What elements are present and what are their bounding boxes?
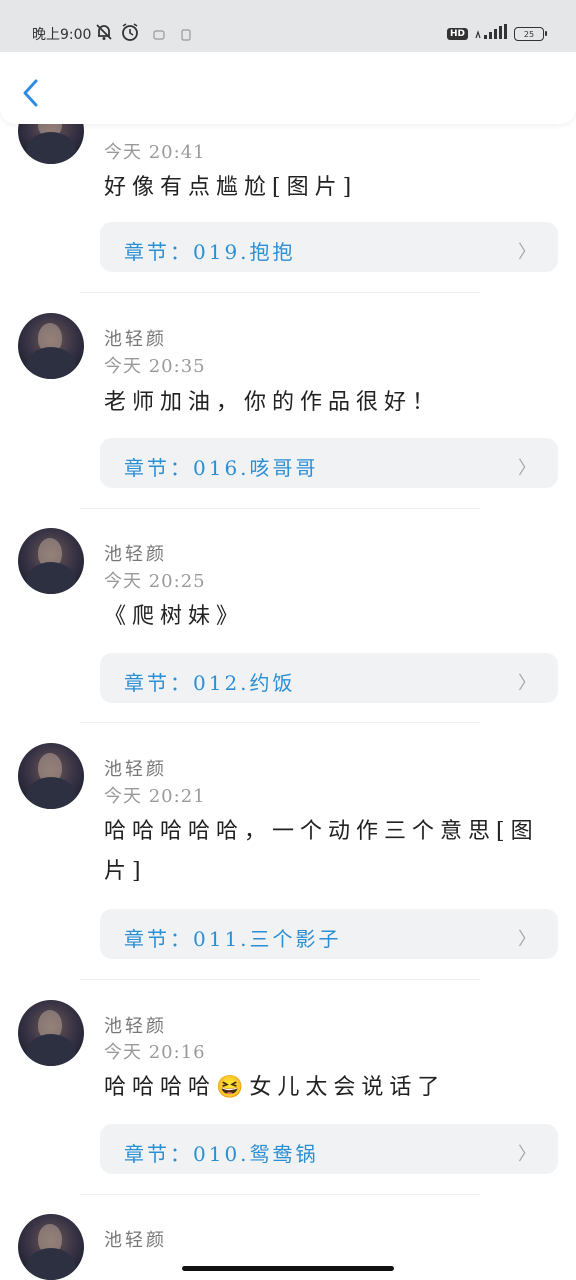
comment-time: 今天 20:16 [104,1042,206,1063]
chevron-left-icon [23,79,38,107]
divider [80,722,480,723]
chevron-right-icon: 〉 [518,673,536,694]
divider [80,1194,480,1195]
chevron-right-icon: 〉 [518,458,536,479]
chapter-label: 章节：012.约饭 [124,671,296,695]
status-time: 晚上9:00 [32,27,92,43]
chapter-link[interactable]: 章节：019.抱抱 〉 [100,222,558,272]
avatar[interactable] [18,1000,84,1066]
chapter-link[interactable]: 章节：012.约饭 〉 [100,653,558,703]
chapter-label: 章节：011.三个影子 [124,927,342,951]
avatar[interactable] [18,1214,84,1280]
network-type-badge: HD [446,28,468,40]
avatar[interactable] [18,313,84,379]
comment-username: 池轻颜 [104,759,167,780]
divider [80,979,480,980]
avatar[interactable] [18,528,84,594]
divider [80,292,480,293]
status-bar: 晚上9:00 HD 25 [0,0,576,52]
comment-text: 哈哈哈哈哈，一个动作三个意思[图片] [104,819,539,884]
signal-icon [474,24,508,44]
comment-time: 今天 20:41 [104,142,206,163]
back-button[interactable] [18,76,46,110]
comment-text: 《爬树妹》 [104,604,245,629]
comment-username: 池轻颜 [104,329,167,350]
chevron-right-icon: 〉 [518,929,536,950]
comment-text: 好像有点尴尬[图片] [104,175,358,200]
divider [80,508,480,509]
comment-time: 今天 20:21 [104,786,206,807]
chapter-link[interactable]: 章节：010.鸳鸯锅 〉 [100,1124,558,1174]
status-right: HD 25 [446,24,547,44]
battery-icon: 25 [514,27,547,41]
chapter-label: 章节：016.咳哥哥 [124,456,319,480]
battery-level: 25 [523,29,535,39]
nav-header [0,52,576,124]
comment-time: 今天 20:35 [104,356,206,377]
comment-username: 池轻颜 [104,544,167,565]
comment-time: 今天 20:25 [104,571,206,592]
home-indicator[interactable] [182,1266,394,1271]
comment-username: 池轻颜 [104,1016,167,1037]
chapter-label: 章节：010.鸳鸯锅 [124,1142,319,1166]
comment-text: 老师加油，你的作品很好！ [104,390,441,415]
alarm-icon [120,22,140,46]
avatar[interactable] [18,743,84,809]
app-icon [153,26,165,45]
chapter-link[interactable]: 章节：011.三个影子 〉 [100,909,558,959]
chevron-right-icon: 〉 [518,1144,536,1165]
chapter-link[interactable]: 章节：016.咳哥哥 〉 [100,438,558,488]
comment-text: 哈哈哈哈😆女儿太会说话了 [104,1075,446,1100]
mute-bell-icon [94,22,114,46]
comment-username: 池轻颜 [104,1230,167,1251]
chapter-label: 章节：019.抱抱 [124,240,296,264]
app-icon [180,26,192,45]
comment-feed: 今天 20:41 好像有点尴尬[图片] 章节：019.抱抱 〉 池轻颜 今天 2… [0,0,576,1280]
chevron-right-icon: 〉 [518,242,536,263]
